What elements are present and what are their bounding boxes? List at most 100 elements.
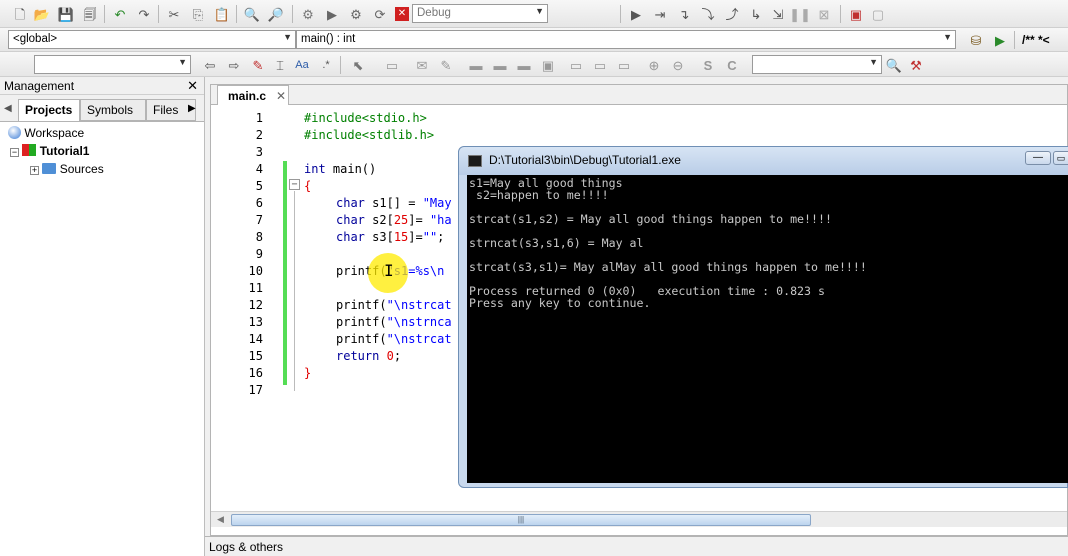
run-icon[interactable]: ▶: [322, 4, 342, 24]
console-titlebar[interactable]: D:\Tutorial3\bin\Debug\Tutorial1.exe — ▭: [459, 147, 1068, 175]
management-tabs: ◀ Projects Symbols Files ▶: [0, 99, 204, 123]
select-cursor-icon[interactable]: ⬉: [348, 55, 368, 75]
code-token: printf(: [336, 298, 387, 312]
tab-symbols[interactable]: Symbols: [80, 99, 146, 121]
step-instruction-icon[interactable]: ⇲: [768, 4, 788, 24]
step-out-icon[interactable]: ⤴: [722, 4, 742, 24]
stop-icon[interactable]: ⊠: [814, 4, 834, 24]
logs-panel[interactable]: Logs & others: [205, 536, 1068, 556]
redo-icon[interactable]: ↷: [134, 4, 154, 24]
debug-run-icon[interactable]: ▶: [626, 4, 646, 24]
copy-icon[interactable]: ⎘: [188, 4, 208, 24]
undo-icon[interactable]: ↶: [110, 4, 130, 24]
rebuild-icon[interactable]: ⟳: [370, 4, 390, 24]
cut-icon[interactable]: ✂: [164, 4, 184, 24]
replace-icon[interactable]: 🔎: [266, 4, 286, 24]
jump-back-icon[interactable]: ⇦: [200, 55, 220, 75]
scrollbar-thumb[interactable]: |||: [231, 514, 811, 526]
search-icon[interactable]: 🔍: [884, 55, 904, 75]
box-icon[interactable]: ▭: [382, 55, 402, 75]
new-file-icon[interactable]: 🗋: [10, 4, 30, 24]
info-icon[interactable]: ▢: [868, 4, 888, 24]
collapse-icon[interactable]: −: [10, 148, 19, 157]
next-instruction-icon[interactable]: ↳: [746, 4, 766, 24]
code-token: char: [336, 230, 365, 244]
tree-item-workspace[interactable]: Workspace: [8, 126, 84, 140]
zoom-in-icon[interactable]: ⊕: [644, 55, 664, 75]
build-run-icon[interactable]: ⚙: [346, 4, 366, 24]
workspace-icon: [8, 126, 21, 139]
step-into-icon[interactable]: ⤵: [698, 4, 718, 24]
match-case-icon[interactable]: Aa: [292, 55, 312, 75]
tab-main-c[interactable]: main.c ✕: [217, 85, 289, 105]
line-number: 10: [248, 264, 263, 278]
filter-combo[interactable]: ▼: [752, 55, 882, 74]
code-token: ]=: [408, 230, 423, 244]
block-1-icon[interactable]: ▬: [466, 55, 486, 75]
open-folder-icon[interactable]: 📂: [32, 4, 52, 24]
highlight-icon[interactable]: ✎: [248, 55, 268, 75]
code-token: 0: [379, 349, 394, 363]
console-line: s2=happen to me!!!!: [469, 188, 609, 202]
scroll-left-icon[interactable]: ◀: [217, 514, 224, 525]
paste-icon[interactable]: 📋: [212, 4, 232, 24]
tab-scroll-right-icon[interactable]: ▶: [188, 103, 196, 114]
settings-tool-icon[interactable]: ⚒: [906, 55, 926, 75]
horizontal-scrollbar[interactable]: ◀ |||: [211, 511, 1067, 527]
comment-block-label[interactable]: /** *<: [1022, 33, 1050, 47]
line-number: 4: [255, 162, 263, 176]
run-to-cursor-icon[interactable]: ⇥: [650, 4, 670, 24]
folder-icon: [42, 163, 57, 174]
expand-icon[interactable]: +: [30, 166, 39, 175]
console-output[interactable]: s1=May all good things s2=happen to me!!…: [467, 175, 1068, 483]
abort-icon[interactable]: ✕: [395, 7, 409, 21]
minimize-button[interactable]: —: [1025, 151, 1051, 165]
jump-forward-icon[interactable]: ⇨: [224, 55, 244, 75]
mail-icon[interactable]: ✉: [412, 55, 432, 75]
block-4-icon[interactable]: ▣: [538, 55, 558, 75]
tree-item-sources[interactable]: + Sources: [30, 162, 104, 176]
frame-2-icon[interactable]: ▭: [590, 55, 610, 75]
s-icon[interactable]: S: [698, 55, 718, 75]
pause-icon[interactable]: ❚❚: [789, 4, 811, 24]
find-icon[interactable]: 🔍: [242, 4, 262, 24]
code-token: {: [304, 179, 312, 193]
save-icon[interactable]: 💾: [56, 4, 76, 24]
doxyblocks-run-icon[interactable]: ▶: [990, 30, 1010, 50]
line-number: 6: [255, 196, 263, 210]
line-number: 3: [255, 145, 263, 159]
selected-text-icon[interactable]: ⌶: [270, 55, 290, 75]
frame-3-icon[interactable]: ▭: [614, 55, 634, 75]
build-target-select[interactable]: Debug ▼: [412, 4, 548, 23]
console-title: D:\Tutorial3\bin\Debug\Tutorial1.exe: [489, 153, 681, 167]
management-panel: Management ✕ ◀ Projects Symbols Files ▶ …: [0, 77, 205, 556]
console-window[interactable]: D:\Tutorial3\bin\Debug\Tutorial1.exe — ▭…: [458, 146, 1068, 488]
tab-projects[interactable]: Projects: [18, 99, 80, 121]
maximize-button[interactable]: ▭: [1053, 151, 1068, 165]
frame-1-icon[interactable]: ▭: [566, 55, 586, 75]
save-all-icon[interactable]: 🗐: [80, 4, 100, 24]
line-number: 15: [248, 349, 263, 363]
build-gear-icon[interactable]: ⚙: [298, 4, 318, 24]
text-cursor-icon: I: [384, 261, 394, 280]
close-tab-icon[interactable]: ✕: [276, 89, 286, 103]
code-token: ]=: [408, 213, 430, 227]
c-icon[interactable]: C: [722, 55, 742, 75]
line-number: 5: [255, 179, 263, 193]
function-select[interactable]: main() : int ▼: [296, 30, 956, 49]
tree-item-project[interactable]: − Tutorial1: [10, 144, 89, 158]
debug-windows-icon[interactable]: ▣: [846, 4, 866, 24]
scope-select[interactable]: <global> ▼: [8, 30, 296, 49]
zoom-out-icon[interactable]: ⊖: [668, 55, 688, 75]
regex-icon[interactable]: .*: [316, 55, 336, 75]
search-combo[interactable]: ▼: [34, 55, 191, 74]
fold-marker-icon[interactable]: −: [289, 179, 300, 190]
next-line-icon[interactable]: ↴: [674, 4, 694, 24]
close-icon[interactable]: ✕: [187, 78, 198, 94]
block-3-icon[interactable]: ▬: [514, 55, 534, 75]
block-2-icon[interactable]: ▬: [490, 55, 510, 75]
tab-projects-label: Projects: [25, 103, 73, 117]
tab-scroll-left-icon[interactable]: ◀: [4, 103, 12, 114]
doxygen-icon[interactable]: ⛁: [966, 30, 986, 50]
edit-icon[interactable]: ✎: [436, 55, 456, 75]
